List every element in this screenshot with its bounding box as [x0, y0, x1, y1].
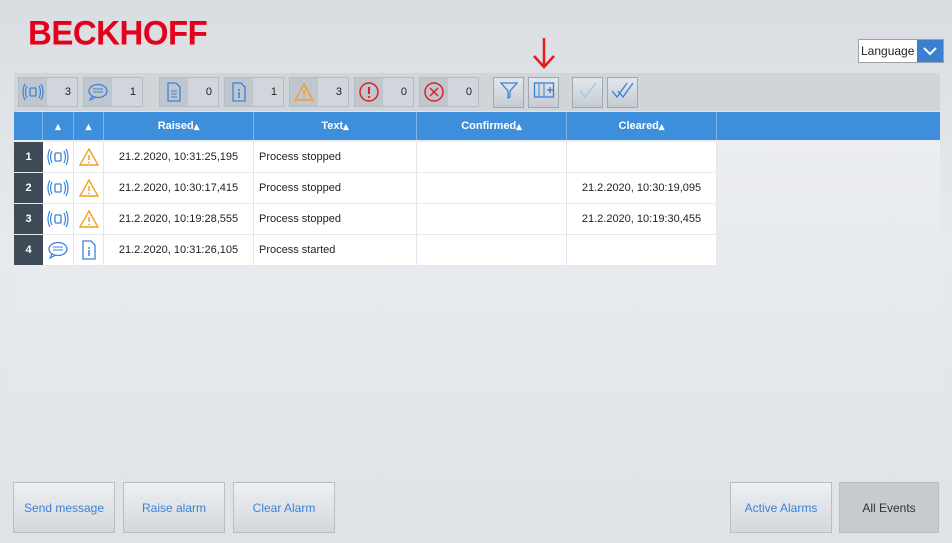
all-events-button[interactable]: All Events [839, 482, 939, 533]
counter-alarms[interactable]: 3 [18, 77, 78, 107]
header-severity[interactable]: ▴ [74, 112, 104, 140]
filter-button[interactable] [493, 77, 524, 108]
cell-cleared [567, 235, 717, 265]
critical-icon [420, 78, 448, 106]
info-icon [74, 235, 104, 265]
counter-errors[interactable]: 0 [354, 77, 414, 107]
warning-icon [290, 78, 318, 106]
alarm-icon [43, 204, 74, 234]
filter-icon [499, 80, 519, 105]
header-label: Confirmed [461, 120, 517, 132]
event-grid: ▴ ▴ Raised ▴ Text ▴ Confirmed ▴ Cleared ▴ 1 … [14, 112, 940, 470]
sort-icon: ▴ [85, 120, 92, 133]
counter-value: 0 [205, 86, 212, 98]
cell-text: Process stopped [254, 204, 417, 234]
cell-cleared: 21.2.2020, 10:30:19,095 [567, 173, 717, 203]
cell-raised: 21.2.2020, 10:19:28,555 [104, 204, 254, 234]
counter-value: 3 [335, 86, 342, 98]
header-text[interactable]: Text ▴ [254, 112, 417, 140]
sort-icon: ▴ [658, 120, 665, 133]
column-settings-icon [533, 81, 555, 104]
language-label: Language [861, 44, 915, 58]
row-number: 1 [14, 142, 43, 172]
counter-value: 0 [400, 86, 407, 98]
send-message-button[interactable]: Send message [13, 482, 115, 533]
counter-documents[interactable]: 0 [159, 77, 219, 107]
document-icon [160, 78, 188, 106]
counter-info[interactable]: 1 [224, 77, 284, 107]
cell-confirmed [417, 142, 567, 172]
cell-confirmed [417, 235, 567, 265]
confirm-icon [577, 80, 599, 105]
row-number: 2 [14, 173, 43, 203]
counter-warnings[interactable]: 3 [289, 77, 349, 107]
header-label: Raised [157, 120, 194, 132]
counter-value: 1 [270, 86, 277, 98]
cell-confirmed [417, 173, 567, 203]
cell-raised: 21.2.2020, 10:31:25,195 [104, 142, 254, 172]
chevron-down-icon[interactable] [917, 40, 943, 62]
toolbar: 3 1 0 1 3 0 0 [14, 73, 940, 111]
error-icon [355, 78, 383, 106]
warning-icon [74, 142, 104, 172]
active-alarms-button[interactable]: Active Alarms [730, 482, 832, 533]
header-confirmed[interactable]: Confirmed ▴ [417, 112, 567, 140]
header-label: Cleared [618, 120, 659, 132]
warning-icon [74, 204, 104, 234]
header-label: Text [321, 120, 344, 132]
sort-icon: ▴ [343, 120, 349, 133]
counter-value: 1 [129, 86, 136, 98]
counter-value: 3 [64, 86, 71, 98]
clear-alarm-button[interactable]: Clear Alarm [233, 482, 335, 533]
warning-icon [74, 173, 104, 203]
confirm-button[interactable] [572, 77, 603, 108]
cell-text: Process stopped [254, 142, 417, 172]
message-icon [84, 78, 112, 106]
sort-icon: ▴ [516, 120, 522, 133]
row-number: 4 [14, 235, 43, 265]
cell-confirmed [417, 204, 567, 234]
cell-text: Process stopped [254, 173, 417, 203]
cell-cleared [567, 142, 717, 172]
beckhoff-logo: BECKHOFF [28, 13, 208, 52]
confirm-all-icon [611, 80, 635, 105]
red-arrow-annotation [533, 38, 555, 69]
header-cleared[interactable]: Cleared ▴ [567, 112, 717, 140]
cell-cleared: 21.2.2020, 10:19:30,455 [567, 204, 717, 234]
column-settings-button[interactable] [528, 77, 559, 108]
raise-alarm-button[interactable]: Raise alarm [123, 482, 225, 533]
language-select[interactable]: Language [858, 39, 944, 63]
sort-icon: ▴ [55, 120, 61, 133]
alarm-icon [43, 142, 74, 172]
counter-critical[interactable]: 0 [419, 77, 479, 107]
header-raised[interactable]: Raised ▴ [104, 112, 254, 140]
info-icon [225, 78, 253, 106]
message-icon [43, 235, 74, 265]
sort-icon: ▴ [193, 120, 200, 133]
alarm-icon [43, 173, 74, 203]
counter-messages[interactable]: 1 [83, 77, 143, 107]
header-type[interactable]: ▴ [43, 112, 74, 140]
row-number: 3 [14, 204, 43, 234]
cell-text: Process started [254, 235, 417, 265]
counter-value: 0 [465, 86, 472, 98]
confirm-all-button[interactable] [607, 77, 638, 108]
cell-raised: 21.2.2020, 10:30:17,415 [104, 173, 254, 203]
cell-raised: 21.2.2020, 10:31:26,105 [104, 235, 254, 265]
alarm-icon [19, 78, 47, 106]
grid-header: ▴ ▴ Raised ▴ Text ▴ Confirmed ▴ Cleared ▴ [14, 112, 940, 140]
header-rownum [14, 112, 43, 140]
